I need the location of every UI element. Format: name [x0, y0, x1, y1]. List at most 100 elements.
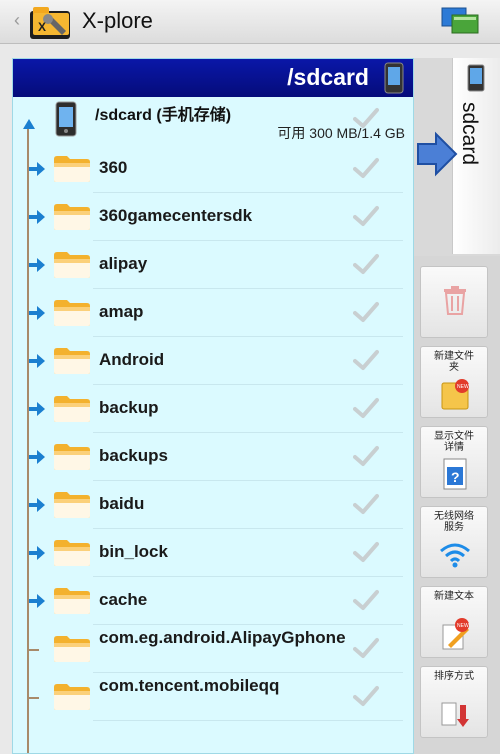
sort-button[interactable]: 排序方式 — [420, 666, 488, 738]
folder-name: baidu — [99, 494, 145, 513]
checkmark-icon[interactable] — [353, 397, 379, 424]
collapse-arrow-icon[interactable] — [23, 119, 35, 129]
folder-icon — [53, 633, 91, 663]
trash-button[interactable] — [420, 266, 488, 338]
root-row[interactable]: /sdcard (手机存储) 可用 300 MB/1.4 GB — [13, 97, 413, 145]
svg-text:?: ? — [451, 469, 460, 485]
panel-header: /sdcard — [13, 59, 413, 97]
app-title: X-plore — [82, 8, 153, 33]
checkmark-icon[interactable] — [353, 445, 379, 472]
folder-icon — [53, 345, 91, 375]
expand-arrow-icon[interactable] — [29, 306, 45, 320]
sort-icon — [438, 697, 472, 731]
checkmark-icon[interactable] — [353, 541, 379, 568]
new-text-button[interactable]: 新建文本 NEW — [420, 586, 488, 658]
list-item[interactable]: alipay — [13, 241, 413, 289]
checkmark-icon[interactable] — [353, 349, 379, 376]
list-item[interactable]: com.eg.android.AlipayGphone — [13, 625, 413, 673]
list-item[interactable]: backups — [13, 433, 413, 481]
wifi-button[interactable]: 无线网络服务 — [420, 506, 488, 578]
root-name: /sdcard (手机存储) — [95, 107, 232, 124]
checkmark-icon[interactable] — [353, 107, 379, 129]
expand-arrow-icon[interactable] — [29, 402, 45, 416]
checkmark-icon[interactable] — [353, 205, 379, 232]
folder-icon — [53, 537, 91, 567]
side-panel: sdcard 新建文件夹 NEW 显示文件详情? 无线网络服务新建文本 NEW 排序方式 — [414, 58, 500, 754]
file-panel[interactable]: /sdcard /sdcard (手机存储) 可用 300 MB/1.4 GB … — [12, 58, 414, 754]
folder-name: amap — [99, 302, 144, 321]
folder-icon — [53, 489, 91, 519]
back-chevron-icon[interactable]: ‹ — [14, 10, 20, 31]
list-item[interactable]: com.tencent.mobileqq — [13, 673, 413, 721]
tree-connector — [29, 649, 39, 651]
svg-text:NEW: NEW — [457, 384, 469, 390]
checkmark-icon[interactable] — [353, 157, 379, 184]
expand-arrow-icon[interactable] — [29, 498, 45, 512]
folder-name: bin_lock — [99, 542, 168, 561]
list-item[interactable]: backup — [13, 385, 413, 433]
checkmark-icon[interactable] — [353, 589, 379, 616]
checkmark-icon[interactable] — [353, 685, 379, 712]
file-details-icon: ? — [438, 457, 472, 491]
volume-tab[interactable]: sdcard — [452, 58, 500, 254]
storage-space: 可用 300 MB/1.4 GB — [277, 125, 405, 141]
list-item[interactable]: cache — [13, 577, 413, 625]
tree-connector — [29, 697, 39, 699]
volume-tab-label: sdcard — [458, 102, 481, 166]
expand-arrow-icon[interactable] — [29, 210, 45, 224]
expand-arrow-icon[interactable] — [29, 450, 45, 464]
folder-icon — [53, 393, 91, 423]
dual-window-icon[interactable] — [440, 6, 480, 36]
svg-text:X: X — [38, 20, 46, 34]
file-details-button[interactable]: 显示文件详情? — [420, 426, 488, 498]
list-item[interactable]: bin_lock — [13, 529, 413, 577]
new-folder-icon: NEW — [438, 377, 472, 411]
folder-name: com.tencent.mobileqq — [99, 676, 280, 695]
folder-name: backups — [99, 446, 168, 465]
folder-icon — [53, 201, 91, 231]
expand-arrow-icon[interactable] — [29, 258, 45, 272]
list-item[interactable]: 360 — [13, 145, 413, 193]
folder-name: alipay — [99, 254, 148, 273]
expand-arrow-icon[interactable] — [29, 162, 45, 176]
checkmark-icon[interactable] — [353, 493, 379, 520]
xplore-logo-icon[interactable]: X — [28, 3, 74, 41]
expand-arrow-icon[interactable] — [29, 546, 45, 560]
folder-icon — [53, 297, 91, 327]
tool-label: 排序方式 — [434, 671, 474, 682]
title-bar: ‹ X X-plore — [0, 0, 500, 44]
folder-name: 360gamecentersdk — [99, 206, 253, 225]
list-item[interactable]: 360gamecentersdk — [13, 193, 413, 241]
wifi-icon — [438, 537, 472, 571]
new-text-icon: NEW — [438, 617, 472, 651]
new-folder-button[interactable]: 新建文件夹 NEW — [420, 346, 488, 418]
folder-name: backup — [99, 398, 159, 417]
toolbar: 新建文件夹 NEW 显示文件详情? 无线网络服务新建文本 NEW 排序方式 — [414, 256, 500, 754]
folder-icon — [53, 585, 91, 615]
phone-icon — [384, 62, 404, 94]
tool-label: 新建文本 — [434, 591, 474, 602]
folder-icon — [53, 441, 91, 471]
right-arrow-icon[interactable] — [414, 130, 458, 178]
checkmark-icon[interactable] — [353, 253, 379, 280]
trash-icon — [438, 283, 472, 317]
folder-name: cache — [99, 590, 148, 609]
expand-arrow-icon[interactable] — [29, 594, 45, 608]
folder-name: Android — [99, 350, 165, 369]
list-item[interactable]: amap — [13, 289, 413, 337]
panel-path: /sdcard — [287, 64, 369, 90]
expand-arrow-icon[interactable] — [29, 354, 45, 368]
list-item[interactable]: Android — [13, 337, 413, 385]
tool-label: 显示文件详情 — [434, 431, 474, 453]
checkmark-icon[interactable] — [353, 301, 379, 328]
folder-name: com.eg.android.AlipayGphone — [99, 628, 346, 647]
divider — [93, 720, 403, 721]
svg-text:NEW: NEW — [457, 623, 469, 629]
folder-name: 360 — [99, 158, 128, 177]
list-item[interactable]: baidu — [13, 481, 413, 529]
folder-icon — [53, 249, 91, 279]
tool-label: 新建文件夹 — [434, 351, 474, 373]
phone-icon — [467, 64, 485, 92]
checkmark-icon[interactable] — [353, 637, 379, 664]
folder-icon — [53, 153, 91, 183]
